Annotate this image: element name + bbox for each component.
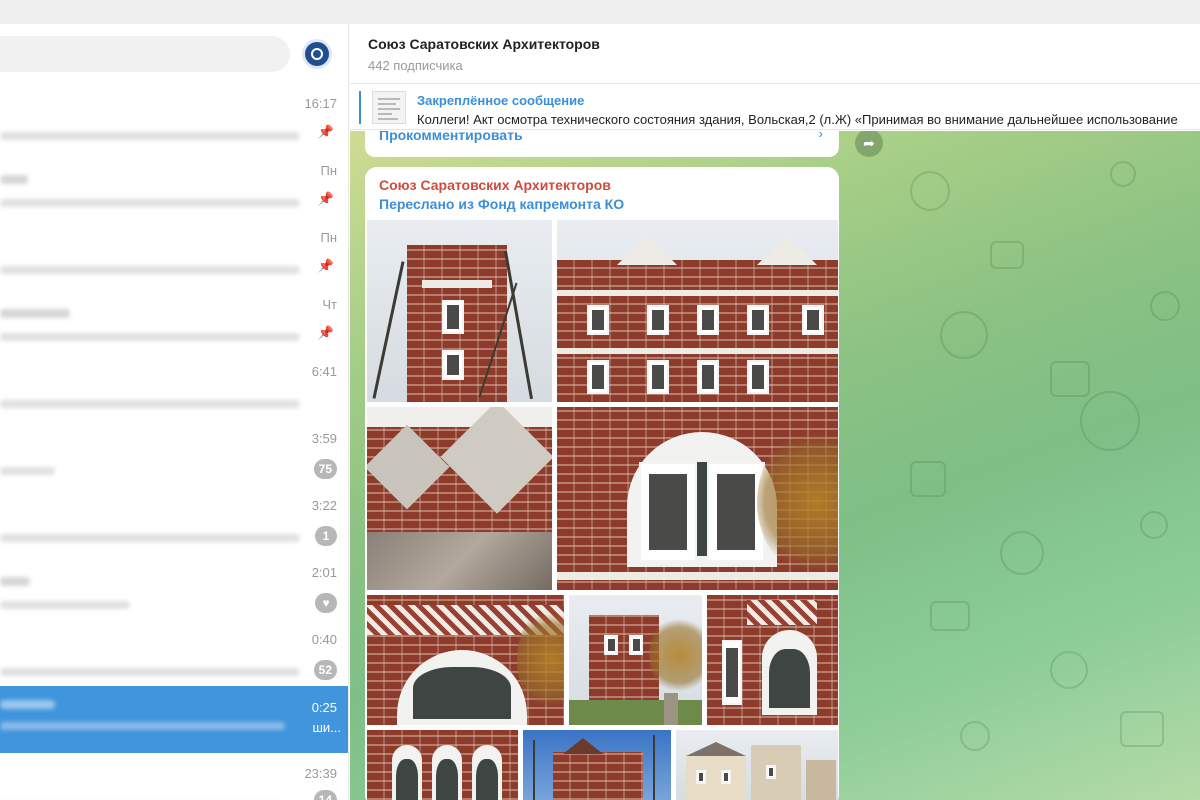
chat-background: Прокомментировать › ➦ Союз Саратовских А… [350,131,1200,800]
chat-time: Чт [322,297,337,312]
chat-time: 0:40 [311,632,337,647]
pin-icon: 📌 [317,124,334,139]
album-photo[interactable] [367,407,552,590]
channel-name: Союз Саратовских Архитекторов [368,36,600,52]
chat-time: 3:22 [311,498,337,513]
unread-badge: 14 [313,790,337,800]
chat-time: 23:39 [304,766,337,781]
album-photo[interactable] [676,730,838,800]
pinned-message-bar[interactable]: Закреплённое сообщение Коллеги! Акт осмо… [350,85,1200,130]
chat-list-item[interactable]: 23:39 14 [0,766,348,800]
channel-avatar[interactable] [302,39,332,69]
pinned-title: Закреплённое сообщение [417,93,585,108]
unread-badge: 1 [315,526,337,546]
unread-badge: 52 [313,660,337,680]
chat-time: Пн [320,230,337,245]
pinned-thumbnail [372,91,406,124]
chat-list-item[interactable]: 3:59 75 [0,431,348,498]
chat-time: 6:41 [311,364,337,379]
chat-header[interactable]: Союз Саратовских Архитекторов 442 подпис… [350,24,1200,84]
chat-list-item[interactable]: Пн 📌 [0,163,348,230]
pin-icon: 📌 [317,325,334,340]
pin-icon: 📌 [317,191,334,206]
album-photo[interactable] [367,730,518,800]
chat-time: Пн [320,163,337,178]
chat-preview-tail: ши... [312,720,341,735]
album-photo[interactable] [569,595,702,725]
pin-icon: 📌 [317,258,334,273]
emblem-icon [311,48,323,60]
share-icon[interactable]: ➦ [855,131,883,157]
album-photo[interactable] [523,730,671,800]
chat-list-item[interactable]: 6:41 [0,364,348,431]
chat-list-item[interactable]: Пн 📌 [0,230,348,297]
search-bar[interactable] [0,36,290,72]
heart-icon: ♥ [315,593,337,613]
album-photo[interactable] [367,595,564,725]
window-top-bar [0,0,1200,24]
message-bubble[interactable]: Союз Саратовских Архитекторов Переслано … [365,167,839,800]
album-photo[interactable] [367,220,552,402]
forwarded-from[interactable]: Переслано из Фонд капремонта КО [379,196,624,212]
chat-list-item[interactable]: Чт 📌 [0,297,348,364]
chat-time: 3:59 [311,431,337,446]
chat-list-item[interactable]: 16:17 📌 [0,96,348,163]
chat-time: 16:17 [304,96,337,111]
chat-time: 2:01 [311,565,337,580]
pinned-accent-bar [359,91,361,124]
chat-time: 0:25 [311,700,337,715]
chat-list-item[interactable]: 3:22 1 [0,498,348,565]
unread-badge: 75 [313,459,337,479]
chat-list-item[interactable]: 2:01 ♥ [0,565,348,632]
subscriber-count: 442 подписчика [368,58,463,73]
arrow-right-icon: › [818,131,823,141]
post-author[interactable]: Союз Саратовских Архитекторов [379,177,611,193]
album-photo[interactable] [557,407,838,590]
comment-label: Прокомментировать [379,131,523,143]
album-photo[interactable] [557,220,838,402]
comment-button[interactable]: Прокомментировать › [365,131,839,157]
chat-list-sidebar: 16:17 📌 Пн 📌 Пн 📌 Чт 📌 6:41 3:59 75 3:22… [0,24,349,800]
pinned-text: Коллеги! Акт осмотра технического состоя… [417,112,1178,127]
chat-list-item-active[interactable]: 0:25 ши... [0,686,348,753]
album-photo[interactable] [707,595,838,725]
